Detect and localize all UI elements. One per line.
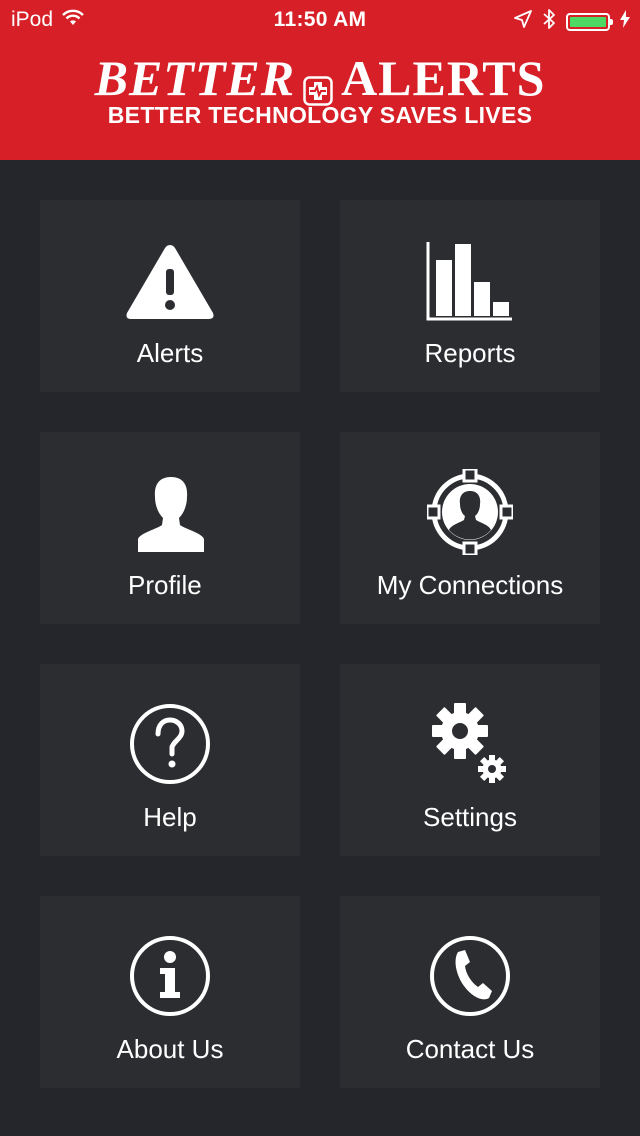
- menu-label: About Us: [116, 1034, 224, 1064]
- menu-label: Settings: [423, 802, 517, 832]
- menu-label: My Connections: [376, 570, 564, 600]
- status-bar: iPod 11:50 AM: [0, 0, 640, 40]
- question-circle-icon: [40, 702, 300, 786]
- phone-circle-icon: [340, 934, 600, 1018]
- menu-label: Help: [143, 802, 197, 832]
- brand-word-alerts: ALERTS: [341, 50, 546, 106]
- menu-tile-profile[interactable]: Profile: [40, 432, 300, 624]
- brand-word-better: BETTER: [94, 50, 296, 106]
- connections-icon: [340, 469, 600, 555]
- menu-grid: Alerts Reports Profile My Connections He…: [40, 200, 600, 1088]
- menu-label: Reports: [424, 338, 516, 368]
- menu-tile-my-connections[interactable]: My Connections: [340, 432, 600, 624]
- battery-level-fill: [570, 17, 606, 27]
- app-header: iPod 11:50 AM BETTER ALERTS BETTER TECHN…: [0, 0, 640, 160]
- gears-icon: [340, 702, 600, 786]
- menu-tile-settings[interactable]: Settings: [340, 664, 600, 856]
- menu-tile-about-us[interactable]: About Us: [40, 896, 300, 1088]
- charging-bolt-icon: [620, 10, 630, 34]
- warning-icon: [40, 240, 300, 324]
- status-right: [514, 8, 630, 36]
- brand-logo: BETTER ALERTS BETTER TECHNOLOGY SAVES LI…: [0, 52, 640, 129]
- bluetooth-icon: [542, 8, 556, 36]
- menu-tile-contact-us[interactable]: Contact Us: [340, 896, 600, 1088]
- menu-tile-alerts[interactable]: Alerts: [40, 200, 300, 392]
- brand-title: BETTER ALERTS: [0, 50, 640, 106]
- person-silhouette-icon: [40, 472, 300, 556]
- battery-icon: [566, 13, 613, 31]
- menu-label: Contact Us: [405, 1034, 535, 1064]
- menu-tile-reports[interactable]: Reports: [340, 200, 600, 392]
- brand-tagline: BETTER TECHNOLOGY SAVES LIVES: [107, 102, 533, 128]
- medical-cross-icon: [303, 63, 333, 106]
- menu-label: Profile: [128, 570, 202, 600]
- menu-label: Alerts: [136, 338, 204, 368]
- info-circle-icon: [40, 934, 300, 1018]
- menu-tile-help[interactable]: Help: [40, 664, 300, 856]
- bar-chart-icon: [340, 240, 600, 324]
- location-arrow-icon: [514, 10, 532, 34]
